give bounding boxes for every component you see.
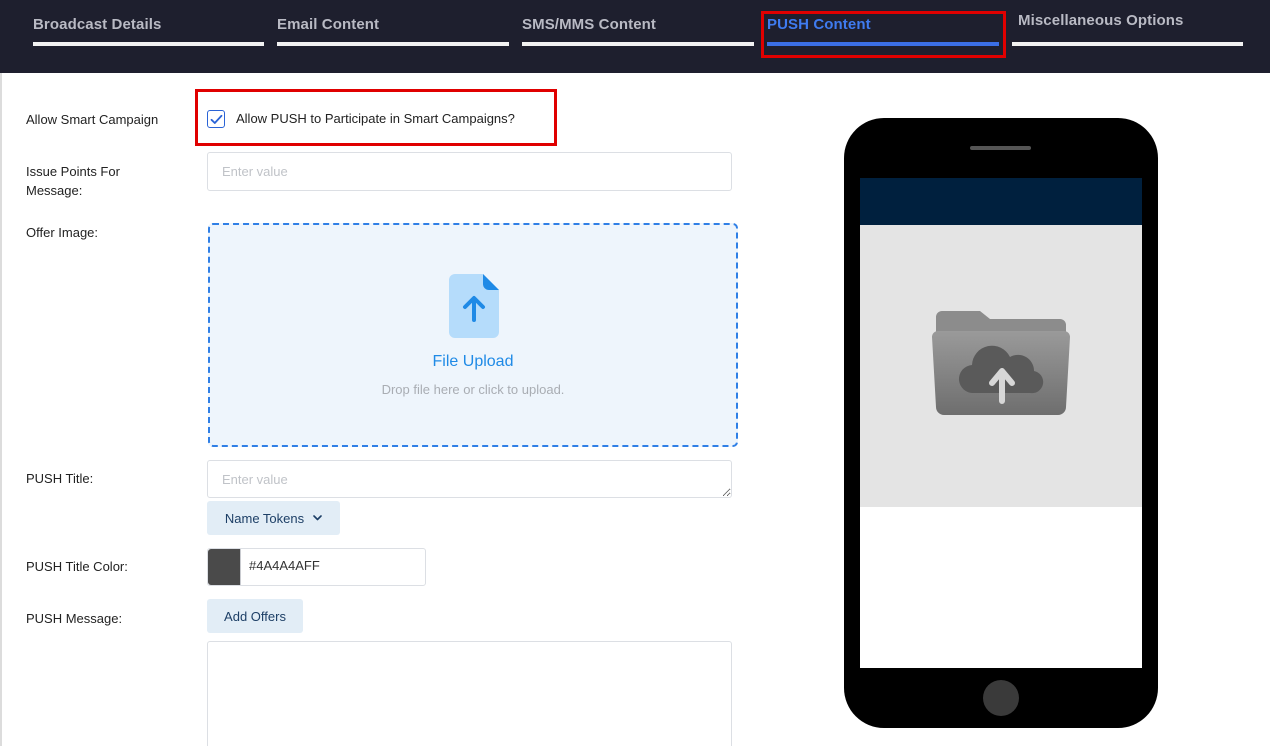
color-hex-value[interactable]: #4A4A4AFF: [249, 558, 320, 573]
tab-underline: [277, 42, 509, 46]
color-swatch[interactable]: [208, 549, 241, 585]
push-message-textarea[interactable]: [207, 641, 732, 746]
tab-underline: [1012, 42, 1243, 46]
smart-campaign-checkbox[interactable]: [207, 110, 225, 128]
file-upload-icon: [449, 274, 499, 338]
tab-underline: [522, 42, 754, 46]
issue-points-label-line1: Issue Points For: [26, 164, 120, 179]
push-title-label: PUSH Title:: [26, 471, 94, 486]
color-picker: #4A4A4AFF: [207, 548, 426, 586]
phone-home-button[interactable]: [983, 680, 1019, 716]
issue-points-label-line2: Message:: [26, 183, 83, 198]
allow-smart-campaign-label: Allow Smart Campaign: [26, 112, 159, 127]
add-offers-button[interactable]: Add Offers: [207, 599, 303, 633]
cloud-upload-folder-icon: [932, 311, 1070, 415]
tab-underline-active: [767, 42, 999, 46]
name-tokens-label: Name Tokens: [224, 510, 305, 526]
phone-screen: [860, 178, 1142, 668]
checkmark-icon: [210, 114, 222, 124]
issue-points-input[interactable]: [207, 152, 732, 191]
push-message-label: PUSH Message:: [26, 611, 123, 626]
file-upload-hint: Drop file here or click to upload.: [381, 382, 565, 397]
tab-underline: [33, 42, 264, 46]
push-title-color-label: PUSH Title Color:: [26, 559, 128, 574]
push-title-input[interactable]: [207, 460, 732, 498]
file-upload-title: File Upload: [432, 353, 514, 370]
tab-bar: Broadcast Details Email Content SMS/MMS …: [0, 0, 1270, 73]
tab-label: Broadcast Details: [33, 16, 162, 33]
tab-label: SMS/MMS Content: [522, 16, 656, 33]
push-preview-image: [860, 225, 1142, 507]
tab-label: Miscellaneous Options: [1018, 12, 1184, 29]
push-preview-header: [860, 178, 1142, 225]
offer-image-label: Offer Image:: [26, 225, 99, 240]
file-upload-dropzone[interactable]: File Upload Drop file here or click to u…: [208, 223, 738, 447]
tab-label: Email Content: [277, 16, 380, 33]
tab-label: PUSH Content: [767, 16, 871, 33]
add-offers-label: Add Offers: [224, 608, 286, 624]
panel-edge: [0, 73, 2, 746]
chevron-down-icon: [313, 515, 322, 521]
phone-speaker: [970, 146, 1031, 150]
issue-points-label: Issue Points For Message:: [26, 162, 120, 200]
smart-campaign-checkbox-label[interactable]: Allow PUSH to Participate in Smart Campa…: [236, 109, 515, 128]
phone-preview: [844, 118, 1158, 728]
name-tokens-button[interactable]: Name Tokens: [207, 501, 340, 535]
